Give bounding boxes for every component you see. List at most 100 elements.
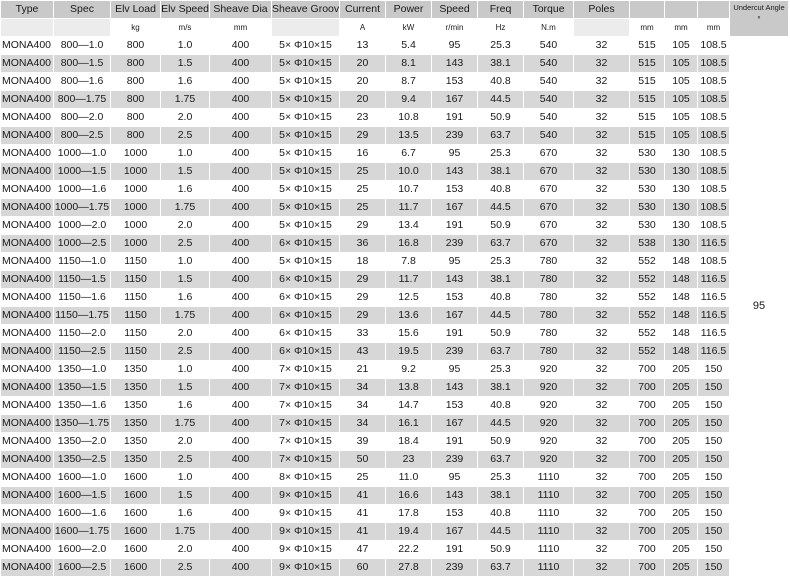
- cell-dim-2: 205: [664, 378, 698, 397]
- cell-current: 47: [339, 540, 386, 559]
- cell-poles: 32: [573, 414, 630, 433]
- cell-spec: 1600—1.0: [53, 468, 111, 487]
- cell-current: 33: [339, 324, 386, 343]
- cell-current: 21: [339, 360, 386, 379]
- cell-power: 13.6: [385, 306, 432, 325]
- cell-sheave-groove: 6× Φ10×15: [271, 234, 340, 253]
- cell-torque: 1110: [523, 522, 574, 541]
- cell-torque: 780: [523, 306, 574, 325]
- cell-dim-3: 116.5: [697, 306, 730, 325]
- cell-power: 16.1: [385, 414, 432, 433]
- cell-elv-speed: 2.5: [160, 342, 210, 361]
- cell-dim-2: 148: [664, 306, 698, 325]
- cell-elv-load: 1000: [110, 180, 161, 199]
- cell-elv-load: 1150: [110, 306, 161, 325]
- cell-power: 9.4: [385, 90, 432, 109]
- cell-poles: 32: [573, 288, 630, 307]
- cell-sheave-dia: 400: [209, 396, 272, 415]
- cell-elv-speed: 1.0: [160, 144, 210, 163]
- cell-elv-speed: 1.5: [160, 378, 210, 397]
- cell-dim-2: 205: [664, 450, 698, 469]
- cell-elv-load: 1600: [110, 558, 161, 577]
- cell-dim-2: 205: [664, 558, 698, 577]
- cell-torque: 1110: [523, 486, 574, 505]
- cell-dim-1: 530: [629, 144, 665, 163]
- table-row: MONA400 1350—1.75 1350 1.75 400 7× Φ10×15 34 16…: [0, 414, 789, 433]
- cell-dim-2: 105: [664, 90, 698, 109]
- table-row: MONA400 1350—1.0 1350 1.0 400 7× Φ10×15 21 9.2 9…: [0, 360, 789, 379]
- cell-sheave-groove: 6× Φ10×15: [271, 342, 340, 361]
- cell-type: MONA400: [0, 342, 54, 361]
- cell-sheave-groove: 5× Φ10×15: [271, 90, 340, 109]
- cell-current: 41: [339, 522, 386, 541]
- cell-freq: 50.9: [477, 324, 524, 343]
- cell-sheave-groove: 8× Φ10×15: [271, 468, 340, 487]
- unit-poles: [573, 18, 630, 37]
- cell-elv-speed: 1.6: [160, 396, 210, 415]
- cell-dim-1: 552: [629, 270, 665, 289]
- cell-torque: 1110: [523, 558, 574, 577]
- header-elv-speed: Elv Speed: [160, 0, 210, 19]
- table-row: MONA400 800—1.5 800 1.5 400 5× Φ10×15 20 8.1 143…: [0, 54, 789, 73]
- cell-elv-speed: 2.5: [160, 558, 210, 577]
- cell-elv-speed: 1.6: [160, 72, 210, 91]
- cell-dim-3: 150: [697, 522, 730, 541]
- cell-spec: 1000—1.6: [53, 180, 111, 199]
- cell-type: MONA400: [0, 180, 54, 199]
- cell-elv-load: 1150: [110, 270, 161, 289]
- cell-poles: 32: [573, 72, 630, 91]
- cell-torque: 920: [523, 396, 574, 415]
- cell-torque: 670: [523, 216, 574, 235]
- unit-row: kg m/s mm A kW r/min Hz N.m mm mm mm: [0, 18, 789, 37]
- cell-poles: 32: [573, 108, 630, 127]
- cell-spec: 800—1.5: [53, 54, 111, 73]
- cell-dim-1: 515: [629, 126, 665, 145]
- cell-spec: 1150—1.0: [53, 252, 111, 271]
- cell-dim-2: 205: [664, 504, 698, 523]
- cell-type: MONA400: [0, 90, 54, 109]
- cell-dim-3: 116.5: [697, 288, 730, 307]
- cell-speed: 239: [431, 126, 478, 145]
- cell-power: 10.0: [385, 162, 432, 181]
- cell-torque: 920: [523, 378, 574, 397]
- cell-power: 17.8: [385, 504, 432, 523]
- cell-freq: 44.5: [477, 522, 524, 541]
- cell-power: 14.7: [385, 396, 432, 415]
- cell-spec: 1150—2.0: [53, 324, 111, 343]
- cell-freq: 25.3: [477, 468, 524, 487]
- table-row: MONA400 800—2.5 800 2.5 400 5× Φ10×15 29 13.5 23…: [0, 126, 789, 145]
- cell-freq: 38.1: [477, 270, 524, 289]
- cell-dim-2: 130: [664, 198, 698, 217]
- cell-poles: 32: [573, 324, 630, 343]
- cell-dim-2: 105: [664, 36, 698, 55]
- cell-elv-load: 800: [110, 36, 161, 55]
- table-row: MONA400 1600—2.0 1600 2.0 400 9× Φ10×15 47 22.2…: [0, 540, 789, 559]
- cell-dim-1: 700: [629, 414, 665, 433]
- cell-current: 25: [339, 162, 386, 181]
- cell-speed: 167: [431, 198, 478, 217]
- cell-sheave-dia: 400: [209, 234, 272, 253]
- cell-freq: 25.3: [477, 144, 524, 163]
- cell-speed: 95: [431, 36, 478, 55]
- cell-dim-3: 108.5: [697, 162, 730, 181]
- cell-spec: 1150—2.5: [53, 342, 111, 361]
- cell-dim-2: 205: [664, 360, 698, 379]
- cell-dim-3: 108.5: [697, 144, 730, 163]
- cell-elv-load: 1350: [110, 414, 161, 433]
- cell-speed: 143: [431, 270, 478, 289]
- cell-current: 39: [339, 432, 386, 451]
- cell-elv-speed: 1.6: [160, 504, 210, 523]
- cell-elv-load: 1150: [110, 288, 161, 307]
- cell-power: 5.4: [385, 36, 432, 55]
- cell-elv-load: 800: [110, 90, 161, 109]
- unit-dim-2: mm: [664, 18, 698, 37]
- cell-dim-3: 108.5: [697, 198, 730, 217]
- cell-type: MONA400: [0, 540, 54, 559]
- cell-poles: 32: [573, 504, 630, 523]
- cell-elv-speed: 2.5: [160, 234, 210, 253]
- cell-sheave-dia: 400: [209, 504, 272, 523]
- cell-elv-load: 1600: [110, 486, 161, 505]
- cell-poles: 32: [573, 558, 630, 577]
- cell-elv-load: 1600: [110, 468, 161, 487]
- unit-torque: N.m: [523, 18, 574, 37]
